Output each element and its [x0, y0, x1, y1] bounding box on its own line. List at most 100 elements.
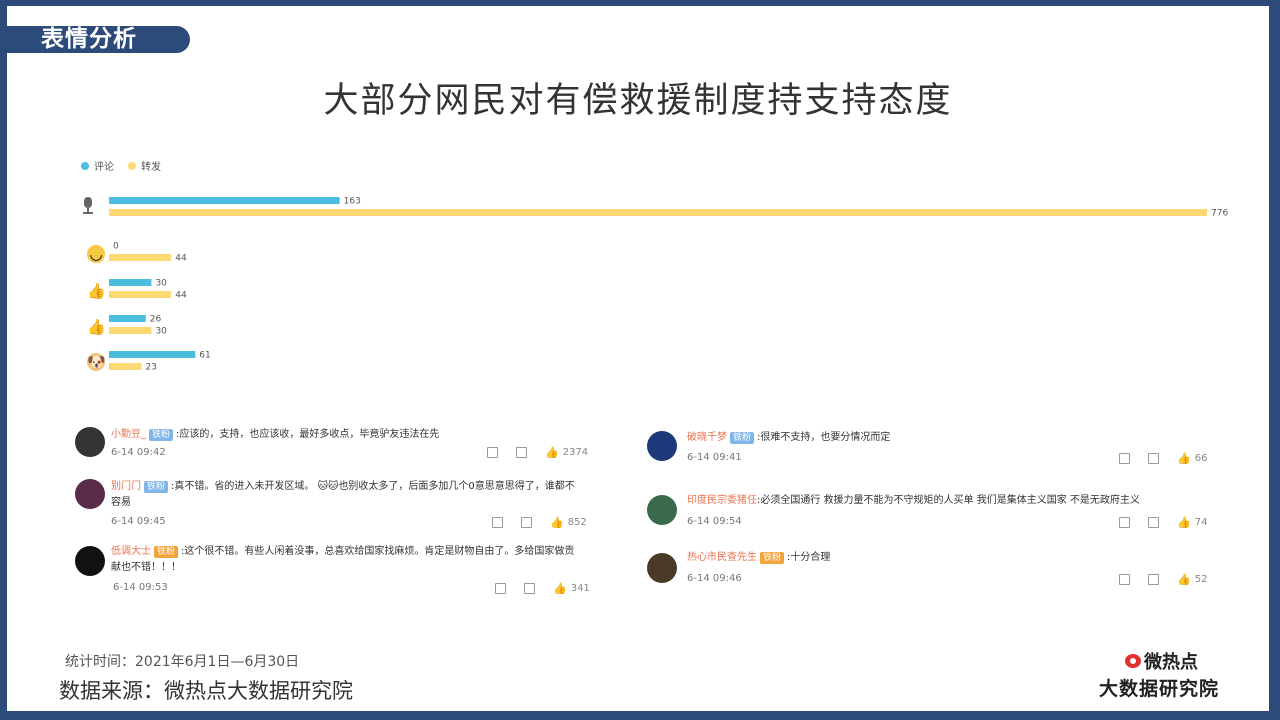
slide: 表情分析 大部分网民对有偿救援制度持支持态度 评论 转发 ◡ 👍 👍 🐶 163… — [7, 6, 1269, 711]
logo-name: 微热点 — [1144, 652, 1198, 673]
avatar-user-4[interactable] — [647, 431, 677, 461]
comment-actions-3: 👍 341 — [495, 582, 590, 595]
bar-label-comments-0: 163 — [344, 197, 361, 207]
comment-user-6[interactable]: 热心市民查先生 — [687, 552, 757, 563]
bar-label-comments-3: 26 — [150, 315, 162, 325]
comment-time-4: 6-14 09:41 — [687, 452, 742, 463]
comment-actions-5: 👍 74 — [1119, 516, 1207, 529]
comment-user-5[interactable]: 印度民宗委猪任 — [687, 495, 757, 506]
comment-user-3[interactable]: 低调大士 — [111, 546, 151, 557]
bar-label-reposts-0: 776 — [1211, 209, 1228, 219]
reply-button-4[interactable] — [1148, 453, 1159, 464]
bar-reposts-3 — [109, 327, 152, 334]
bar-reposts-4 — [109, 363, 142, 370]
comment-badge-2: 铁粉 — [144, 481, 169, 493]
comment-4: 破晓千梦 铁粉:很难不支持，也要分情况而定 — [687, 430, 1207, 446]
bar-comments-3 — [109, 315, 146, 322]
bar-label-comments-2: 30 — [155, 279, 167, 289]
logo-subtitle: 大数据研究院 — [1099, 678, 1220, 700]
avatar-user-6[interactable] — [647, 553, 677, 583]
share-button-6[interactable] — [1119, 574, 1130, 585]
like-count-3: 341 — [570, 583, 590, 594]
like-icon: 👍 — [1177, 516, 1191, 529]
comment-time-2: 6-14 09:45 — [111, 516, 166, 527]
comment-user-1[interactable]: 小勤豆_ — [111, 429, 146, 440]
stat-period: 统计时间：2021年6月1日—6月30日 — [65, 654, 300, 670]
like-count-6: 52 — [1194, 574, 1208, 585]
comment-time-1: 6-14 09:42 — [111, 447, 166, 458]
comment-text-5: :必须全国通行 救援力量不能为不守规矩的人买单 我们是集体主义国家 不是无政府主… — [757, 495, 1140, 506]
reply-button-5[interactable] — [1148, 517, 1159, 528]
bar-comments-0 — [109, 197, 340, 204]
like-count-1: 2374 — [562, 447, 589, 458]
share-icon — [1119, 453, 1130, 464]
share-icon — [495, 583, 506, 594]
brand-logo: 微热点 大数据研究院 — [1099, 648, 1219, 701]
bar-reposts-2 — [109, 291, 172, 298]
comment-badge-1: 铁粉 — [149, 429, 174, 441]
comment-badge-6: 铁粉 — [760, 552, 785, 564]
share-button-2[interactable] — [492, 517, 503, 528]
like-button-6[interactable]: 👍 52 — [1177, 573, 1207, 586]
comment-1: 小勤豆_ 铁粉:应该的，支持，也应该收，最好多收点，毕竟驴友违法在先 — [111, 427, 471, 443]
comment-5: 印度民宗委猪任:必须全国通行 救援力量不能为不守规矩的人买单 我们是集体主义国家… — [687, 493, 1217, 509]
share-button-3[interactable] — [495, 583, 506, 594]
share-icon — [1119, 574, 1130, 585]
comment-icon — [1148, 517, 1159, 528]
comment-user-2[interactable]: 别门门 — [111, 481, 141, 492]
like-button-4[interactable]: 👍 66 — [1177, 452, 1207, 465]
emoji-icon: 🐱🐱 — [317, 481, 339, 492]
comment-badge-4: 铁粉 — [730, 432, 755, 444]
comment-icon — [516, 447, 527, 458]
share-icon — [492, 517, 503, 528]
comment-text-3: :这个很不错。有些人闲着没事，总喜欢给国家找麻烦。肯定是财物自由了。多给国家做贡… — [111, 546, 575, 573]
reply-button-6[interactable] — [1148, 574, 1159, 585]
bar-reposts-0 — [109, 209, 1207, 216]
comment-time-5: 6-14 09:54 — [687, 516, 742, 527]
like-button-5[interactable]: 👍 74 — [1177, 516, 1207, 529]
comment-user-4[interactable]: 破晓千梦 — [687, 432, 727, 443]
data-source: 数据来源：微热点大数据研究院 — [59, 679, 353, 703]
comment-icon — [521, 517, 532, 528]
avatar-user-2[interactable] — [75, 479, 105, 509]
bar-label-comments-1: 0 — [113, 242, 119, 252]
comment-time-6: 6-14 09:46 — [687, 573, 742, 584]
like-count-4: 66 — [1194, 453, 1208, 464]
comment-text-4: :很难不支持，也要分情况而定 — [757, 432, 891, 443]
share-icon — [1119, 517, 1130, 528]
bar-reposts-1 — [109, 254, 172, 261]
bar-comments-4 — [109, 351, 196, 358]
avatar-user-5[interactable] — [647, 495, 677, 525]
bar-comments-2 — [109, 279, 152, 286]
comment-6: 热心市民查先生 铁粉:十分合理 — [687, 550, 1207, 566]
avatar-user-3[interactable] — [75, 546, 105, 576]
comment-actions-1: 👍 2374 — [487, 446, 588, 459]
like-icon: 👍 — [553, 582, 567, 595]
comment-actions-6: 👍 52 — [1119, 573, 1207, 586]
reply-button-2[interactable] — [521, 517, 532, 528]
share-button-4[interactable] — [1119, 453, 1130, 464]
bar-chart: 163 776 0 44 30 44 26 30 61 23 — [109, 197, 1228, 373]
comment-text-2: :真不错。省的进入未开发区域。 — [171, 481, 315, 492]
like-icon: 👍 — [1177, 452, 1191, 465]
reply-button-3[interactable] — [524, 583, 535, 594]
share-button-1[interactable] — [487, 447, 498, 458]
comment-text-6: :十分合理 — [787, 552, 831, 563]
like-button-3[interactable]: 👍 341 — [553, 582, 590, 595]
share-button-5[interactable] — [1119, 517, 1130, 528]
avatar-user-1[interactable] — [75, 427, 105, 457]
bar-label-reposts-4: 23 — [146, 363, 157, 373]
comment-actions-2: 👍 852 — [492, 516, 587, 529]
reply-button-1[interactable] — [516, 447, 527, 458]
like-icon: 👍 — [545, 446, 559, 459]
like-count-5: 74 — [1194, 517, 1208, 528]
comment-icon — [524, 583, 535, 594]
comment-2: 别门门 铁粉:真不错。省的进入未开发区域。 🐱🐱也别收太多了，后面多加几个0意思意… — [111, 479, 581, 511]
like-count-2: 852 — [567, 517, 587, 528]
comment-icon — [1148, 453, 1159, 464]
bar-label-reposts-2: 44 — [175, 291, 187, 301]
like-button-1[interactable]: 👍 2374 — [545, 446, 588, 459]
like-button-2[interactable]: 👍 852 — [550, 516, 587, 529]
comment-text-1: :应该的，支持，也应该收，最好多收点，毕竟驴友违法在先 — [176, 429, 440, 440]
comment-time-3: 6-14 09:53 — [113, 582, 168, 593]
